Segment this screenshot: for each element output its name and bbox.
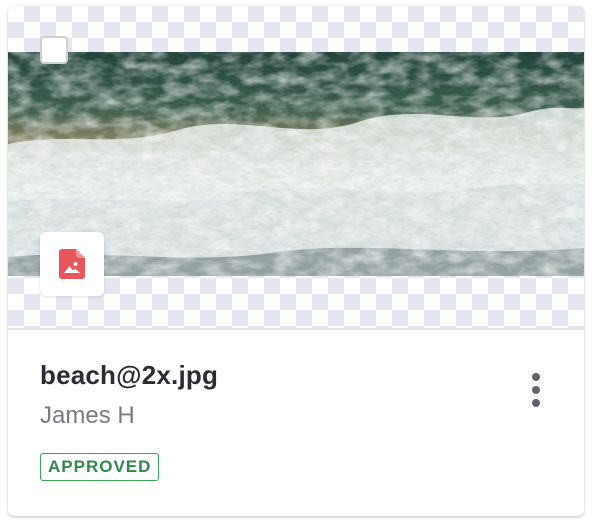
select-checkbox[interactable] (40, 36, 68, 64)
asset-info: beach@2x.jpg James H APPROVED (8, 330, 584, 516)
more-vertical-icon (532, 373, 540, 381)
status-badge: APPROVED (40, 453, 160, 481)
more-vertical-icon-dot (532, 399, 540, 407)
asset-preview[interactable] (8, 6, 584, 328)
image-file-icon (59, 249, 85, 279)
more-vertical-icon-dot (532, 386, 540, 394)
file-type-badge (40, 232, 104, 296)
asset-card[interactable]: beach@2x.jpg James H APPROVED (8, 6, 584, 516)
more-options-button[interactable] (520, 368, 552, 412)
file-name[interactable]: beach@2x.jpg (40, 360, 218, 391)
author-name: James H (40, 402, 135, 429)
